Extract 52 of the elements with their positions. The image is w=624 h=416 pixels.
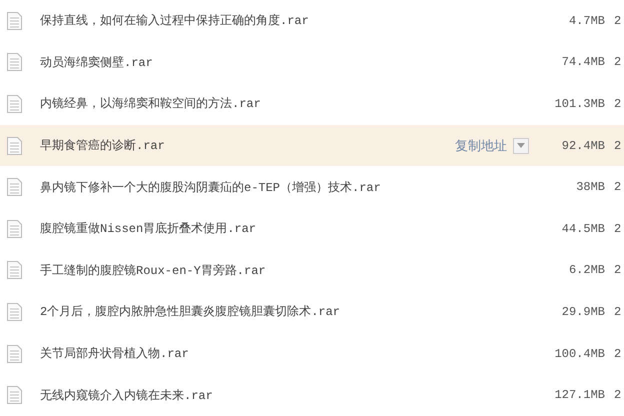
document-icon — [7, 53, 22, 72]
document-icon — [7, 220, 22, 238]
file-row[interactable]: 2个月后，腹腔内脓肿急性胆囊炎腹腔镜胆囊切除术.rar 29.9MB 2 — [0, 291, 624, 333]
file-row[interactable]: 手工缝制的腹腔镜Roux-en-Y胃旁路.rar 6.2MB 2 — [0, 250, 624, 292]
file-name[interactable]: 腹腔镜重做Nissen胃底折叠术使用.rar — [40, 220, 529, 238]
file-row[interactable]: 内镜经鼻，以海绵窦和鞍空间的方法.rar 101.3MB 2 — [0, 83, 624, 125]
table-cell-text: 2 — [614, 14, 622, 28]
document-icon — [7, 178, 22, 196]
file-name[interactable]: 手工缝制的腹腔镜Roux-en-Y胃旁路.rar — [40, 262, 529, 279]
table-cell-text: 2 — [614, 180, 622, 194]
file-size: 92.4MB — [560, 138, 605, 153]
file-size: 127.1MB — [554, 388, 605, 402]
file-size: 38MB — [575, 180, 605, 194]
file-row[interactable]: 无线内窥镜介入内镜在未来.rar 127.1MB 2 — [0, 374, 624, 416]
file-name[interactable]: 无线内窥镜介入内镜在未来.rar — [40, 386, 529, 404]
document-icon — [7, 302, 22, 321]
table-cell-text: 2 — [614, 388, 622, 402]
file-name[interactable]: 鼻内镜下修补一个大的腹股沟阴囊疝的e-TEP（增强）技术.rar — [40, 178, 529, 196]
file-size: 4.7MB — [568, 14, 605, 28]
file-size: 44.5MB — [560, 222, 605, 236]
file-name[interactable]: 2个月后，腹腔内脓肿急性胆囊炎腹腔镜胆囊切除术.rar — [40, 303, 529, 320]
file-row[interactable]: 早期食管癌的诊断.rar 复制地址 92.4MB 2 — [0, 124, 624, 166]
table-cell-text: 2 — [614, 222, 622, 236]
file-name[interactable]: 早期食管癌的诊断.rar — [40, 137, 455, 154]
table-cell-text: 2 — [614, 346, 622, 361]
file-size: 101.3MB — [554, 96, 605, 111]
document-icon — [7, 94, 22, 113]
file-name[interactable]: 内镜经鼻，以海绵窦和鞍空间的方法.rar — [40, 95, 529, 112]
document-icon — [7, 12, 22, 30]
file-row[interactable]: 鼻内镜下修补一个大的腹股沟阴囊疝的e-TEP（增强）技术.rar 38MB 2 — [0, 166, 624, 208]
document-icon — [7, 261, 22, 280]
file-row[interactable]: 动员海绵窦侧壁.rar 74.4MB 2 — [0, 42, 624, 84]
table-cell-text: 2 — [614, 263, 622, 278]
file-row[interactable]: 腹腔镜重做Nissen胃底折叠术使用.rar 44.5MB 2 — [0, 208, 624, 250]
file-size: 29.9MB — [560, 304, 605, 319]
table-cell-text: 2 — [614, 96, 622, 111]
file-row[interactable]: 关节局部舟状骨植入物.rar 100.4MB 2 — [0, 332, 624, 374]
table-cell-text: 2 — [614, 138, 622, 153]
file-name[interactable]: 动员海绵窦侧壁.rar — [40, 54, 529, 71]
file-size: 6.2MB — [568, 263, 605, 278]
file-size: 100.4MB — [554, 346, 605, 361]
document-icon — [7, 386, 22, 404]
file-size: 74.4MB — [560, 55, 605, 70]
file-row[interactable]: 保持直线，如何在输入过程中保持正确的角度.rar 4.7MB 2 — [0, 0, 624, 42]
file-name[interactable]: 关节局部舟状骨植入物.rar — [40, 345, 529, 362]
caret-icon — [517, 143, 525, 148]
table-cell-text: 2 — [614, 304, 622, 319]
document-icon — [7, 136, 22, 155]
dropdown-button[interactable] — [513, 138, 529, 154]
table-cell-text: 2 — [614, 55, 622, 70]
file-name[interactable]: 保持直线，如何在输入过程中保持正确的角度.rar — [40, 12, 529, 30]
document-icon — [7, 344, 22, 363]
